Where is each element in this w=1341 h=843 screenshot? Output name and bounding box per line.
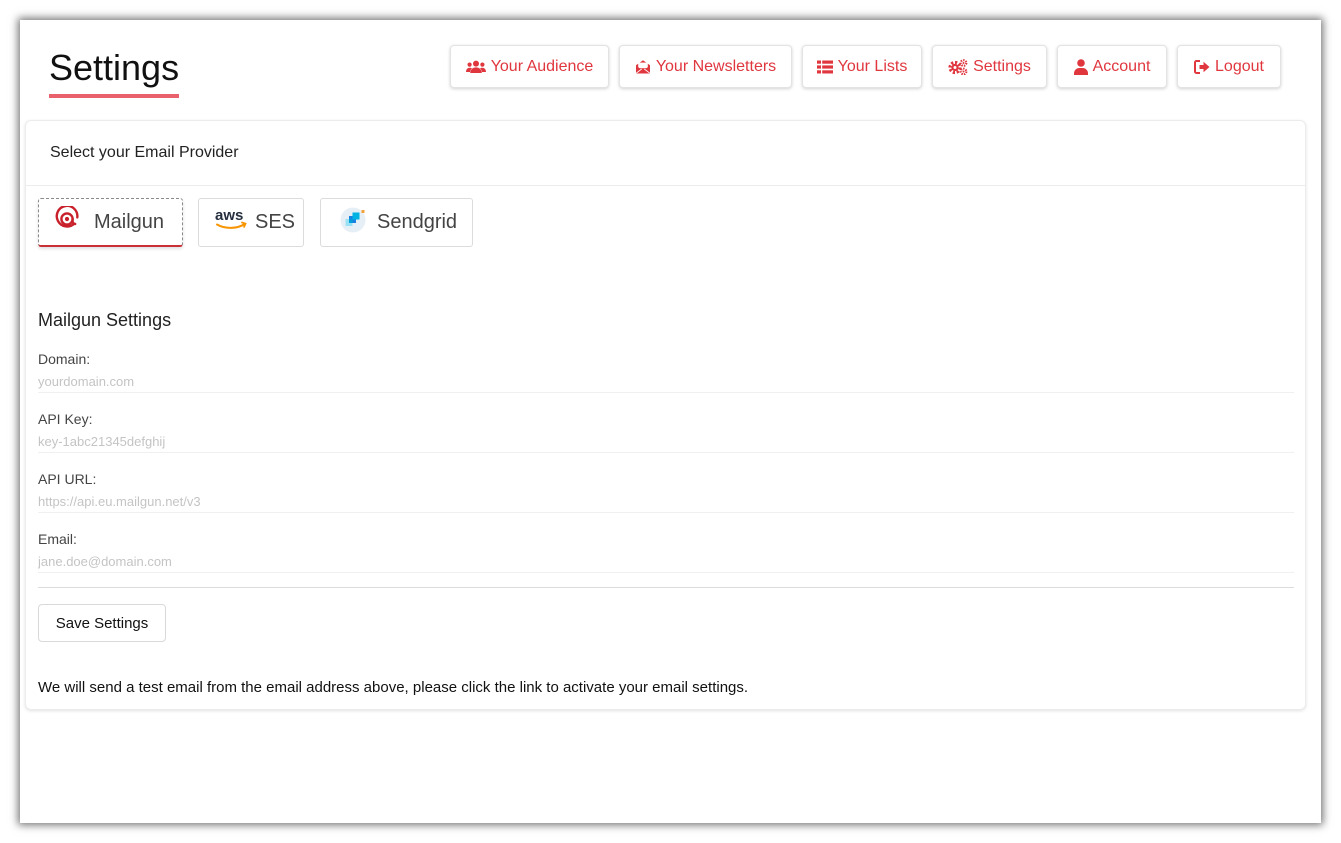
nav-your-lists-label: Your Lists: [837, 57, 908, 75]
email-provider-card: Select your Email Provider Mailgun aws S…: [25, 120, 1306, 710]
card-header: Select your Email Provider: [26, 121, 1305, 186]
sendgrid-icon: [339, 206, 367, 240]
nav-settings-button[interactable]: Settings: [932, 45, 1047, 88]
mailgun-settings-title: Mailgun Settings: [38, 310, 172, 330]
top-nav: Your Audience Your Newsletters Your List…: [20, 45, 1321, 89]
test-email-note: We will send a test email from the email…: [38, 679, 749, 696]
svg-text:aws: aws: [215, 207, 243, 224]
nav-settings-label: Settings: [973, 57, 1031, 75]
api-url-label: API URL:: [38, 471, 97, 487]
app-window: Settings Your Audience Your Newsletters …: [20, 20, 1321, 823]
nav-your-audience-label: Your Audience: [490, 57, 594, 75]
email-input[interactable]: [38, 551, 1294, 573]
list-icon: [816, 60, 833, 74]
nav-account-label: Account: [1092, 57, 1151, 75]
api-url-input[interactable]: [38, 491, 1294, 513]
nav-account-button[interactable]: Account: [1057, 45, 1167, 88]
sign-out-icon: [1194, 59, 1210, 74]
aws-icon: aws: [215, 207, 249, 239]
envelope-open-icon: [635, 59, 651, 75]
user-icon: [1073, 58, 1088, 75]
provider-mailgun-button[interactable]: Mailgun: [38, 198, 183, 247]
divider: [38, 587, 1294, 588]
nav-your-lists-button[interactable]: Your Lists: [802, 45, 922, 88]
mailgun-icon: [54, 204, 80, 238]
api-key-input[interactable]: [38, 431, 1294, 453]
email-label: Email:: [38, 531, 77, 547]
nav-your-audience-button[interactable]: Your Audience: [450, 45, 609, 88]
nav-logout-button[interactable]: Logout: [1177, 45, 1281, 88]
provider-ses-label: SES: [255, 211, 296, 233]
provider-mailgun-label: Mailgun: [94, 210, 165, 233]
provider-ses-button[interactable]: aws SES: [198, 198, 304, 247]
nav-your-newsletters-button[interactable]: Your Newsletters: [619, 45, 792, 88]
api-key-label: API Key:: [38, 411, 93, 427]
provider-sendgrid-label: Sendgrid: [377, 211, 458, 233]
gears-icon: [948, 58, 968, 75]
nav-logout-label: Logout: [1215, 57, 1264, 75]
save-settings-button[interactable]: Save Settings: [38, 604, 166, 642]
users-icon: [465, 60, 486, 74]
domain-label: Domain:: [38, 351, 91, 367]
domain-input[interactable]: [38, 371, 1294, 393]
provider-sendgrid-button[interactable]: Sendgrid: [320, 198, 473, 247]
nav-your-newsletters-label: Your Newsletters: [655, 57, 777, 75]
